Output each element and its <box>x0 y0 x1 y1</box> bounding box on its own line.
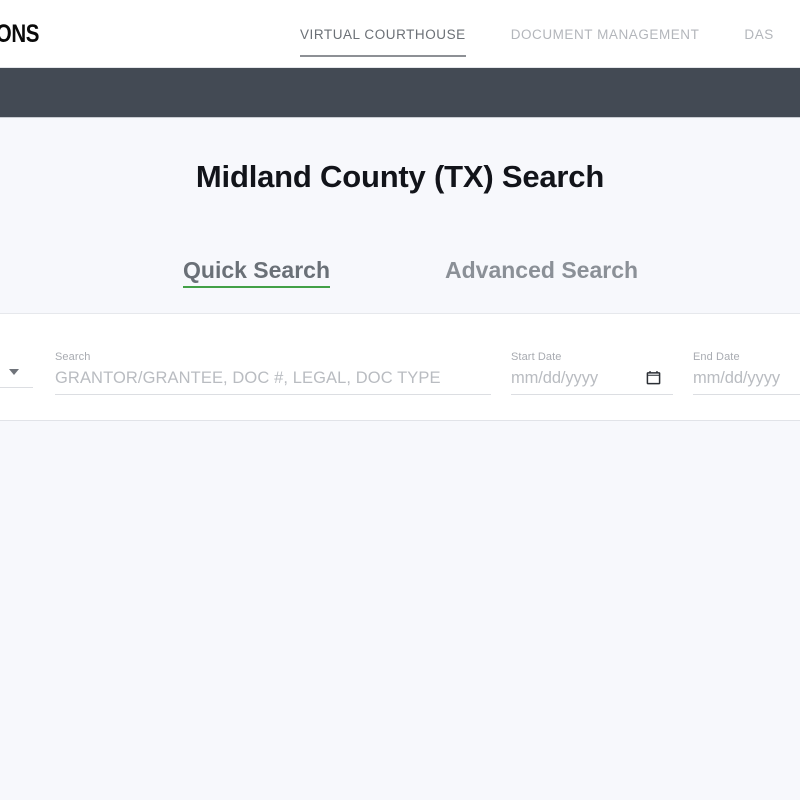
tab-quick-search-label: Quick Search <box>183 257 331 283</box>
search-type-select[interactable] <box>0 360 33 388</box>
nav-item-dashboard[interactable]: DAS <box>744 0 773 42</box>
search-form-card: Search Start Date End Date <box>0 313 800 421</box>
page-title: Midland County (TX) Search <box>195 159 605 194</box>
chevron-down-icon <box>9 369 19 375</box>
tab-quick-search[interactable]: Quick Search <box>183 257 331 288</box>
nav-item-label: DOCUMENT MANAGEMENT <box>510 27 700 42</box>
results-area <box>0 421 800 800</box>
nav-item-virtual-courthouse[interactable]: VIRTUAL COURTHOUSE <box>300 0 466 57</box>
top-header: UTIONS VIRTUAL COURTHOUSE DOCUMENT MANAG… <box>0 0 800 68</box>
search-field-label: Search <box>55 351 91 363</box>
active-nav-underline <box>300 55 466 57</box>
search-input[interactable] <box>55 369 491 395</box>
tab-advanced-search-label: Advanced Search <box>445 257 639 283</box>
active-tab-underline <box>183 286 331 288</box>
search-field-group: Search <box>55 351 491 395</box>
start-date-input[interactable] <box>511 369 673 395</box>
search-type-select-box[interactable] <box>0 360 33 388</box>
end-date-field-group: End Date <box>693 351 800 395</box>
start-date-wrapper <box>511 369 673 395</box>
start-date-field-group: Start Date <box>511 351 673 395</box>
main-navigation: VIRTUAL COURTHOUSE DOCUMENT MANAGEMENT D… <box>300 0 800 68</box>
title-section: Midland County (TX) Search Quick Search … <box>0 119 800 313</box>
dark-sub-header-band <box>0 68 800 118</box>
nav-item-document-management[interactable]: DOCUMENT MANAGEMENT <box>511 0 700 42</box>
end-date-label: End Date <box>693 351 740 363</box>
nav-item-label: DAS <box>744 27 774 42</box>
end-date-input[interactable] <box>693 369 800 395</box>
start-date-label: Start Date <box>511 351 562 363</box>
brand-logo[interactable]: UTIONS <box>0 20 39 49</box>
tab-advanced-search[interactable]: Advanced Search <box>445 257 638 284</box>
nav-item-label: VIRTUAL COURTHOUSE <box>300 27 466 42</box>
end-date-wrapper <box>693 369 800 395</box>
